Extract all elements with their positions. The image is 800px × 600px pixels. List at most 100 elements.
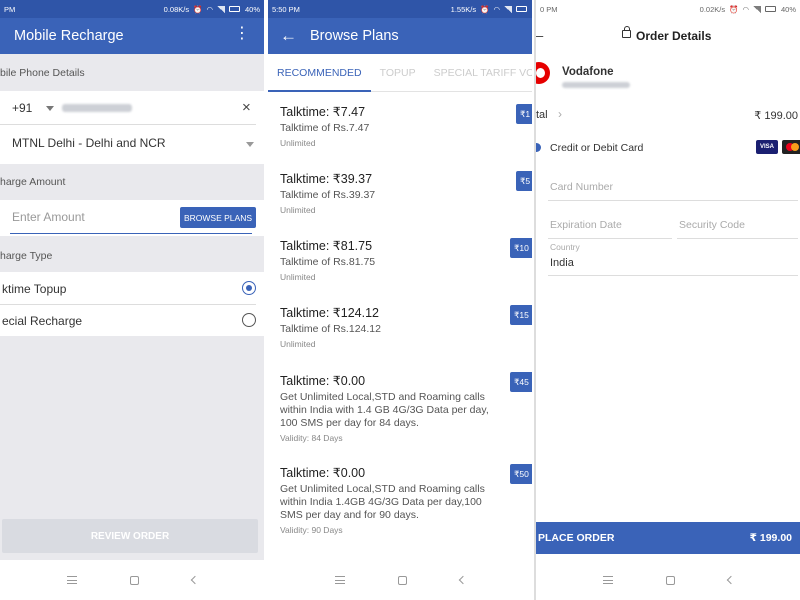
plan-validity: Unlimited bbox=[280, 339, 316, 349]
network-speed: 0.02K/s bbox=[699, 4, 726, 14]
mobile-details-card bbox=[0, 91, 264, 164]
plan-description: Talktime of Rs.81.75 bbox=[280, 256, 376, 268]
page-title: Mobile Recharge bbox=[14, 28, 124, 44]
more-options-icon[interactable]: ⋮ bbox=[234, 26, 250, 42]
country-label: Country bbox=[550, 242, 580, 252]
page-title: Order Details bbox=[636, 29, 712, 43]
back-arrow-icon[interactable]: ← bbox=[280, 26, 302, 46]
battery-icon bbox=[516, 6, 527, 12]
home-icon[interactable] bbox=[129, 575, 139, 585]
status-time: PM bbox=[4, 4, 16, 14]
plan-description: Talktime of Rs.124.12 bbox=[280, 323, 381, 335]
plan-price-button[interactable]: ₹10 bbox=[510, 238, 532, 258]
mastercard-badge bbox=[782, 140, 800, 154]
plan-validity: Unlimited bbox=[280, 272, 316, 282]
plan-item[interactable]: Talktime: ₹124.12 Talktime of Rs.124.12 … bbox=[280, 305, 532, 349]
card-number-underline bbox=[548, 200, 798, 201]
amount-label: harge Amount bbox=[0, 176, 66, 188]
option-special-label[interactable]: ecial Recharge bbox=[2, 314, 82, 328]
plan-validity: Validity: 84 Days bbox=[280, 433, 343, 443]
plan-validity: Unlimited bbox=[280, 205, 316, 215]
browse-plans-button[interactable]: BROWSE PLANS bbox=[180, 207, 256, 228]
status-time: 0 PM bbox=[540, 4, 558, 14]
menu-icon[interactable] bbox=[334, 576, 345, 584]
security-code-input[interactable]: Security Code bbox=[679, 219, 745, 231]
plan-price-button[interactable]: ₹45 bbox=[510, 372, 532, 392]
place-order-button[interactable]: PLACE ORDER ₹ 199.00 bbox=[536, 522, 800, 554]
option-topup-label[interactable]: ktime Topup bbox=[2, 282, 66, 296]
app-bar: Mobile Recharge ⋮ bbox=[0, 18, 264, 54]
plan-talktime: Talktime: ₹7.47 bbox=[280, 105, 366, 119]
menu-icon[interactable] bbox=[602, 576, 613, 584]
signal-icon bbox=[504, 5, 512, 13]
country-select[interactable]: India bbox=[550, 257, 574, 269]
plan-item[interactable]: Talktime: ₹0.00 Get Unlimited Local,STD … bbox=[280, 465, 532, 535]
back-nav-icon[interactable] bbox=[458, 575, 467, 585]
total-label: tal bbox=[536, 109, 548, 121]
security-code-underline bbox=[677, 238, 798, 239]
browse-plans-screen: 5:50 PM 1.55K/s ⏰ ◠ ← Browse Plans RECOM… bbox=[268, 0, 532, 600]
option-topup-radio[interactable] bbox=[242, 281, 256, 295]
system-nav-bar bbox=[268, 560, 532, 600]
option-special-radio[interactable] bbox=[242, 313, 256, 327]
status-time: 5:50 PM bbox=[272, 4, 300, 14]
amount-input[interactable]: Enter Amount bbox=[12, 210, 85, 224]
battery-icon bbox=[228, 6, 240, 12]
menu-icon[interactable] bbox=[66, 576, 77, 584]
total-amount: ₹ 199.00 bbox=[754, 110, 798, 122]
plan-item[interactable]: Talktime: ₹7.47 Talktime of Rs.7.47 Unli… bbox=[280, 104, 532, 148]
back-nav-icon[interactable] bbox=[190, 575, 199, 585]
back-arrow-icon[interactable]: – bbox=[536, 28, 543, 43]
signal-icon bbox=[752, 5, 761, 13]
plan-price-button[interactable]: ₹5 bbox=[516, 171, 532, 191]
operator-name: Vodafone bbox=[562, 66, 614, 78]
place-order-amount: ₹ 199.00 bbox=[749, 532, 792, 544]
home-icon[interactable] bbox=[665, 575, 675, 585]
place-order-label: PLACE ORDER bbox=[538, 532, 615, 544]
chevron-right-icon[interactable]: › bbox=[558, 107, 562, 121]
operator-dropdown-icon[interactable] bbox=[246, 142, 254, 147]
network-speed: 0.08K/s bbox=[163, 4, 190, 14]
clear-icon[interactable]: × bbox=[242, 99, 251, 116]
amount-underline bbox=[10, 233, 252, 234]
plan-price-button[interactable]: ₹1 bbox=[516, 104, 532, 124]
plan-talktime: Talktime: ₹81.75 bbox=[280, 239, 373, 253]
plan-description: Get Unlimited Local,STD and Roaming call… bbox=[280, 391, 489, 429]
alarm-icon: ⏰ bbox=[729, 4, 739, 14]
country-code-dropdown-icon[interactable] bbox=[46, 106, 54, 111]
payment-radio[interactable] bbox=[536, 143, 541, 152]
expiry-input[interactable]: Expiration Date bbox=[550, 219, 622, 231]
review-order-button[interactable]: REVIEW ORDER bbox=[2, 519, 258, 553]
recharge-type-label: harge Type bbox=[0, 250, 53, 262]
tab-topup[interactable]: TOPUP bbox=[371, 54, 425, 92]
plan-item[interactable]: Talktime: ₹81.75 Talktime of Rs.81.75 Un… bbox=[280, 238, 532, 282]
tab-special-tariff[interactable]: SPECIAL TARIFF VOU bbox=[425, 54, 532, 92]
alarm-icon: ⏰ bbox=[480, 4, 490, 14]
app-bar: ← Browse Plans bbox=[268, 18, 532, 54]
plan-talktime: Talktime: ₹39.37 bbox=[280, 172, 373, 186]
country-code[interactable]: +91 bbox=[12, 101, 32, 115]
plan-description: Talktime of Rs.7.47 bbox=[280, 122, 370, 134]
plan-price-button[interactable]: ₹50 bbox=[510, 464, 532, 484]
phone-number-input[interactable] bbox=[62, 104, 132, 112]
operator-select[interactable]: MTNL Delhi - Delhi and NCR bbox=[12, 136, 166, 150]
visa-badge: VISA bbox=[756, 140, 778, 154]
plan-talktime: Talktime: ₹0.00 bbox=[280, 374, 366, 388]
wifi-icon: ◠ bbox=[493, 4, 500, 14]
plan-item[interactable]: Talktime: ₹0.00 Get Unlimited Local,STD … bbox=[280, 373, 532, 443]
card-number-input[interactable]: Card Number bbox=[550, 181, 613, 193]
system-nav-bar bbox=[536, 560, 800, 600]
back-nav-icon[interactable] bbox=[726, 575, 735, 585]
plan-price-button[interactable]: ₹15 bbox=[510, 305, 532, 325]
battery-level: 40% bbox=[780, 4, 796, 14]
plan-item[interactable]: Talktime: ₹39.37 Talktime of Rs.39.37 Un… bbox=[280, 171, 532, 215]
plan-description: Talktime of Rs.39.37 bbox=[280, 189, 376, 201]
payment-method-label[interactable]: Credit or Debit Card bbox=[550, 142, 643, 154]
plan-validity: Validity: 90 Days bbox=[280, 525, 343, 535]
country-underline bbox=[548, 275, 798, 276]
divider bbox=[0, 304, 256, 305]
phone-number bbox=[562, 82, 630, 88]
home-icon[interactable] bbox=[397, 575, 407, 585]
status-bar: 5:50 PM 1.55K/s ⏰ ◠ bbox=[268, 0, 532, 18]
tab-recommended[interactable]: RECOMMENDED bbox=[268, 54, 371, 92]
